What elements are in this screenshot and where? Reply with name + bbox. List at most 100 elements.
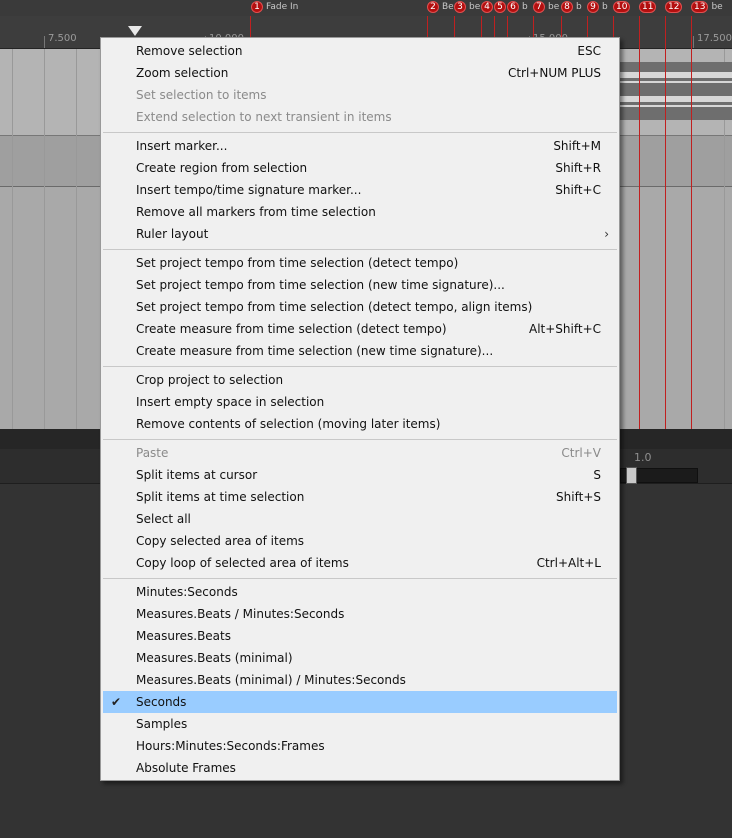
- menu-item-label: Paste: [136, 446, 169, 460]
- menu-item-label: Samples: [136, 717, 188, 731]
- menu-item-label: Create region from selection: [136, 161, 308, 175]
- menu-item-label: Split items at cursor: [136, 468, 258, 482]
- menu-item-label: Set project tempo from time selection (d…: [136, 256, 459, 270]
- marker-line: [691, 16, 692, 430]
- menu-item-label: Seconds: [136, 695, 187, 709]
- menu-item-split-at-selection[interactable]: Split items at time selection Shift+S: [103, 486, 617, 508]
- project-marker[interactable]: 9b: [587, 1, 608, 15]
- project-marker[interactable]: 1 Fade In: [251, 1, 298, 15]
- menu-item-measures-beats[interactable]: Measures.Beats: [103, 625, 617, 647]
- project-marker[interactable]: 5: [494, 1, 506, 15]
- project-marker[interactable]: 4: [481, 1, 493, 15]
- menu-item-hours-minutes-seconds-frames[interactable]: Hours:Minutes:Seconds:Frames: [103, 735, 617, 757]
- edit-cursor-icon[interactable]: [128, 26, 142, 36]
- project-marker[interactable]: 11: [639, 1, 657, 15]
- menu-item-shortcut: Ctrl+V: [561, 446, 601, 460]
- menu-item-label: Ruler layout: [136, 227, 209, 241]
- marker-number: 9: [587, 1, 599, 13]
- menu-item-ruler-layout[interactable]: Ruler layout ›: [103, 223, 617, 245]
- marker-line: [639, 16, 640, 430]
- marker-number: 11: [639, 1, 657, 13]
- menu-item-label: Crop project to selection: [136, 373, 284, 387]
- menu-item-label: Copy loop of selected area of items: [136, 556, 349, 570]
- marker-number: 8: [561, 1, 573, 13]
- menu-item-shortcut: Shift+S: [556, 490, 601, 504]
- grid-line: [12, 49, 13, 429]
- menu-item-set-tempo-new-signature[interactable]: Set project tempo from time selection (n…: [103, 274, 617, 296]
- menu-item-insert-empty-space[interactable]: Insert empty space in selection: [103, 391, 617, 413]
- marker-name: b: [522, 2, 528, 12]
- marker-name: be: [548, 2, 560, 12]
- menu-item-label: Minutes:Seconds: [136, 585, 238, 599]
- project-marker[interactable]: 12: [665, 1, 683, 15]
- menu-item-label: Measures.Beats / Minutes:Seconds: [136, 607, 345, 621]
- menu-item-label: Insert empty space in selection: [136, 395, 325, 409]
- project-marker[interactable]: 3 be: [454, 1, 480, 15]
- menu-item-copy-loop[interactable]: Copy loop of selected area of items Ctrl+…: [103, 552, 617, 574]
- project-marker[interactable]: 8b: [561, 1, 582, 15]
- ruler-label: 7.500: [48, 33, 77, 44]
- slider-thumb[interactable]: [626, 467, 637, 484]
- menu-item-measures-beats-minimal-minutes-seconds[interactable]: Measures.Beats (minimal) / Minutes:Secon…: [103, 669, 617, 691]
- menu-item-label: Extend selection to next transient in it…: [136, 110, 392, 124]
- menu-item-shortcut: Alt+Shift+C: [528, 322, 601, 336]
- menu-item-label: Set selection to items: [136, 88, 267, 102]
- marker-name: b: [602, 2, 608, 12]
- menu-item-create-measure-new-signature[interactable]: Create measure from time selection (new …: [103, 340, 617, 362]
- marker-name: be: [711, 2, 723, 12]
- menu-item-insert-tempo-marker[interactable]: Insert tempo/time signature marker... Shi…: [103, 179, 617, 201]
- ruler-context-menu: Remove selection ESC Zoom selection Ctrl+N…: [100, 37, 620, 781]
- menu-item-label: Insert marker...: [136, 139, 228, 153]
- menu-item-measures-beats-minutes-seconds[interactable]: Measures.Beats / Minutes:Seconds: [103, 603, 617, 625]
- menu-item-insert-marker[interactable]: Insert marker... Shift+M: [103, 135, 617, 157]
- audio-item-waveform[interactable]: [620, 62, 732, 120]
- menu-item-zoom-selection[interactable]: Zoom selection Ctrl+NUM PLUS: [103, 62, 617, 84]
- menu-item-shortcut: Shift+C: [555, 183, 601, 197]
- menu-item-create-region[interactable]: Create region from selection Shift+R: [103, 157, 617, 179]
- grid-line: [76, 49, 77, 429]
- menu-item-label: Create measure from time selection (dete…: [136, 322, 447, 336]
- menu-item-remove-contents[interactable]: Remove contents of selection (moving lat…: [103, 413, 617, 435]
- project-marker[interactable]: 2 Be: [427, 1, 454, 15]
- menu-separator: [103, 249, 617, 250]
- menu-item-set-tempo-detect[interactable]: Set project tempo from time selection (d…: [103, 252, 617, 274]
- menu-item-remove-selection[interactable]: Remove selection ESC: [103, 40, 617, 62]
- menu-item-shortcut: Shift+M: [553, 139, 601, 153]
- menu-item-samples[interactable]: Samples: [103, 713, 617, 735]
- menu-item-set-tempo-align-items[interactable]: Set project tempo from time selection (d…: [103, 296, 617, 318]
- menu-item-label: Remove all markers from time selection: [136, 205, 376, 219]
- menu-item-copy-selected-area[interactable]: Copy selected area of items: [103, 530, 617, 552]
- menu-item-label: Hours:Minutes:Seconds:Frames: [136, 739, 325, 753]
- menu-item-remove-all-markers[interactable]: Remove all markers from time selection: [103, 201, 617, 223]
- menu-item-label: Create measure from time selection (new …: [136, 344, 494, 358]
- marker-number: 6: [507, 1, 519, 13]
- marker-line: [665, 16, 666, 430]
- chevron-right-icon: ›: [604, 227, 609, 241]
- marker-number: 12: [665, 1, 683, 13]
- marker-name: b: [576, 2, 582, 12]
- menu-item-label: Measures.Beats (minimal) / Minutes:Secon…: [136, 673, 406, 687]
- marker-lane[interactable]: 1 Fade In 2 Be 3 be 4 5 6b 7 be 8b 9b 10 11 …: [0, 0, 732, 17]
- menu-item-label: Split items at time selection: [136, 490, 305, 504]
- menu-item-absolute-frames[interactable]: Absolute Frames: [103, 757, 617, 779]
- menu-item-label: Set project tempo from time selection (d…: [136, 300, 533, 314]
- menu-item-select-all[interactable]: Select all: [103, 508, 617, 530]
- marker-number: 5: [494, 1, 506, 13]
- marker-number: 3: [454, 1, 466, 13]
- project-marker[interactable]: 6b: [507, 1, 528, 15]
- menu-item-label: Select all: [136, 512, 191, 526]
- menu-item-create-measure-detect[interactable]: Create measure from time selection (dete…: [103, 318, 617, 340]
- menu-item-crop-project[interactable]: Crop project to selection: [103, 369, 617, 391]
- menu-item-label: Remove contents of selection (moving lat…: [136, 417, 441, 431]
- project-marker[interactable]: 13 be: [691, 1, 723, 15]
- marker-number: 10: [613, 1, 631, 13]
- menu-item-split-at-cursor[interactable]: Split items at cursor S: [103, 464, 617, 486]
- project-marker[interactable]: 7 be: [533, 1, 559, 15]
- menu-item-label: Absolute Frames: [136, 761, 236, 775]
- menu-item-minutes-seconds[interactable]: Minutes:Seconds: [103, 581, 617, 603]
- marker-name: be: [469, 2, 481, 12]
- menu-item-label: Copy selected area of items: [136, 534, 305, 548]
- menu-item-measures-beats-minimal[interactable]: Measures.Beats (minimal): [103, 647, 617, 669]
- menu-item-seconds[interactable]: ✔ Seconds: [103, 691, 617, 713]
- project-marker[interactable]: 10: [613, 1, 631, 15]
